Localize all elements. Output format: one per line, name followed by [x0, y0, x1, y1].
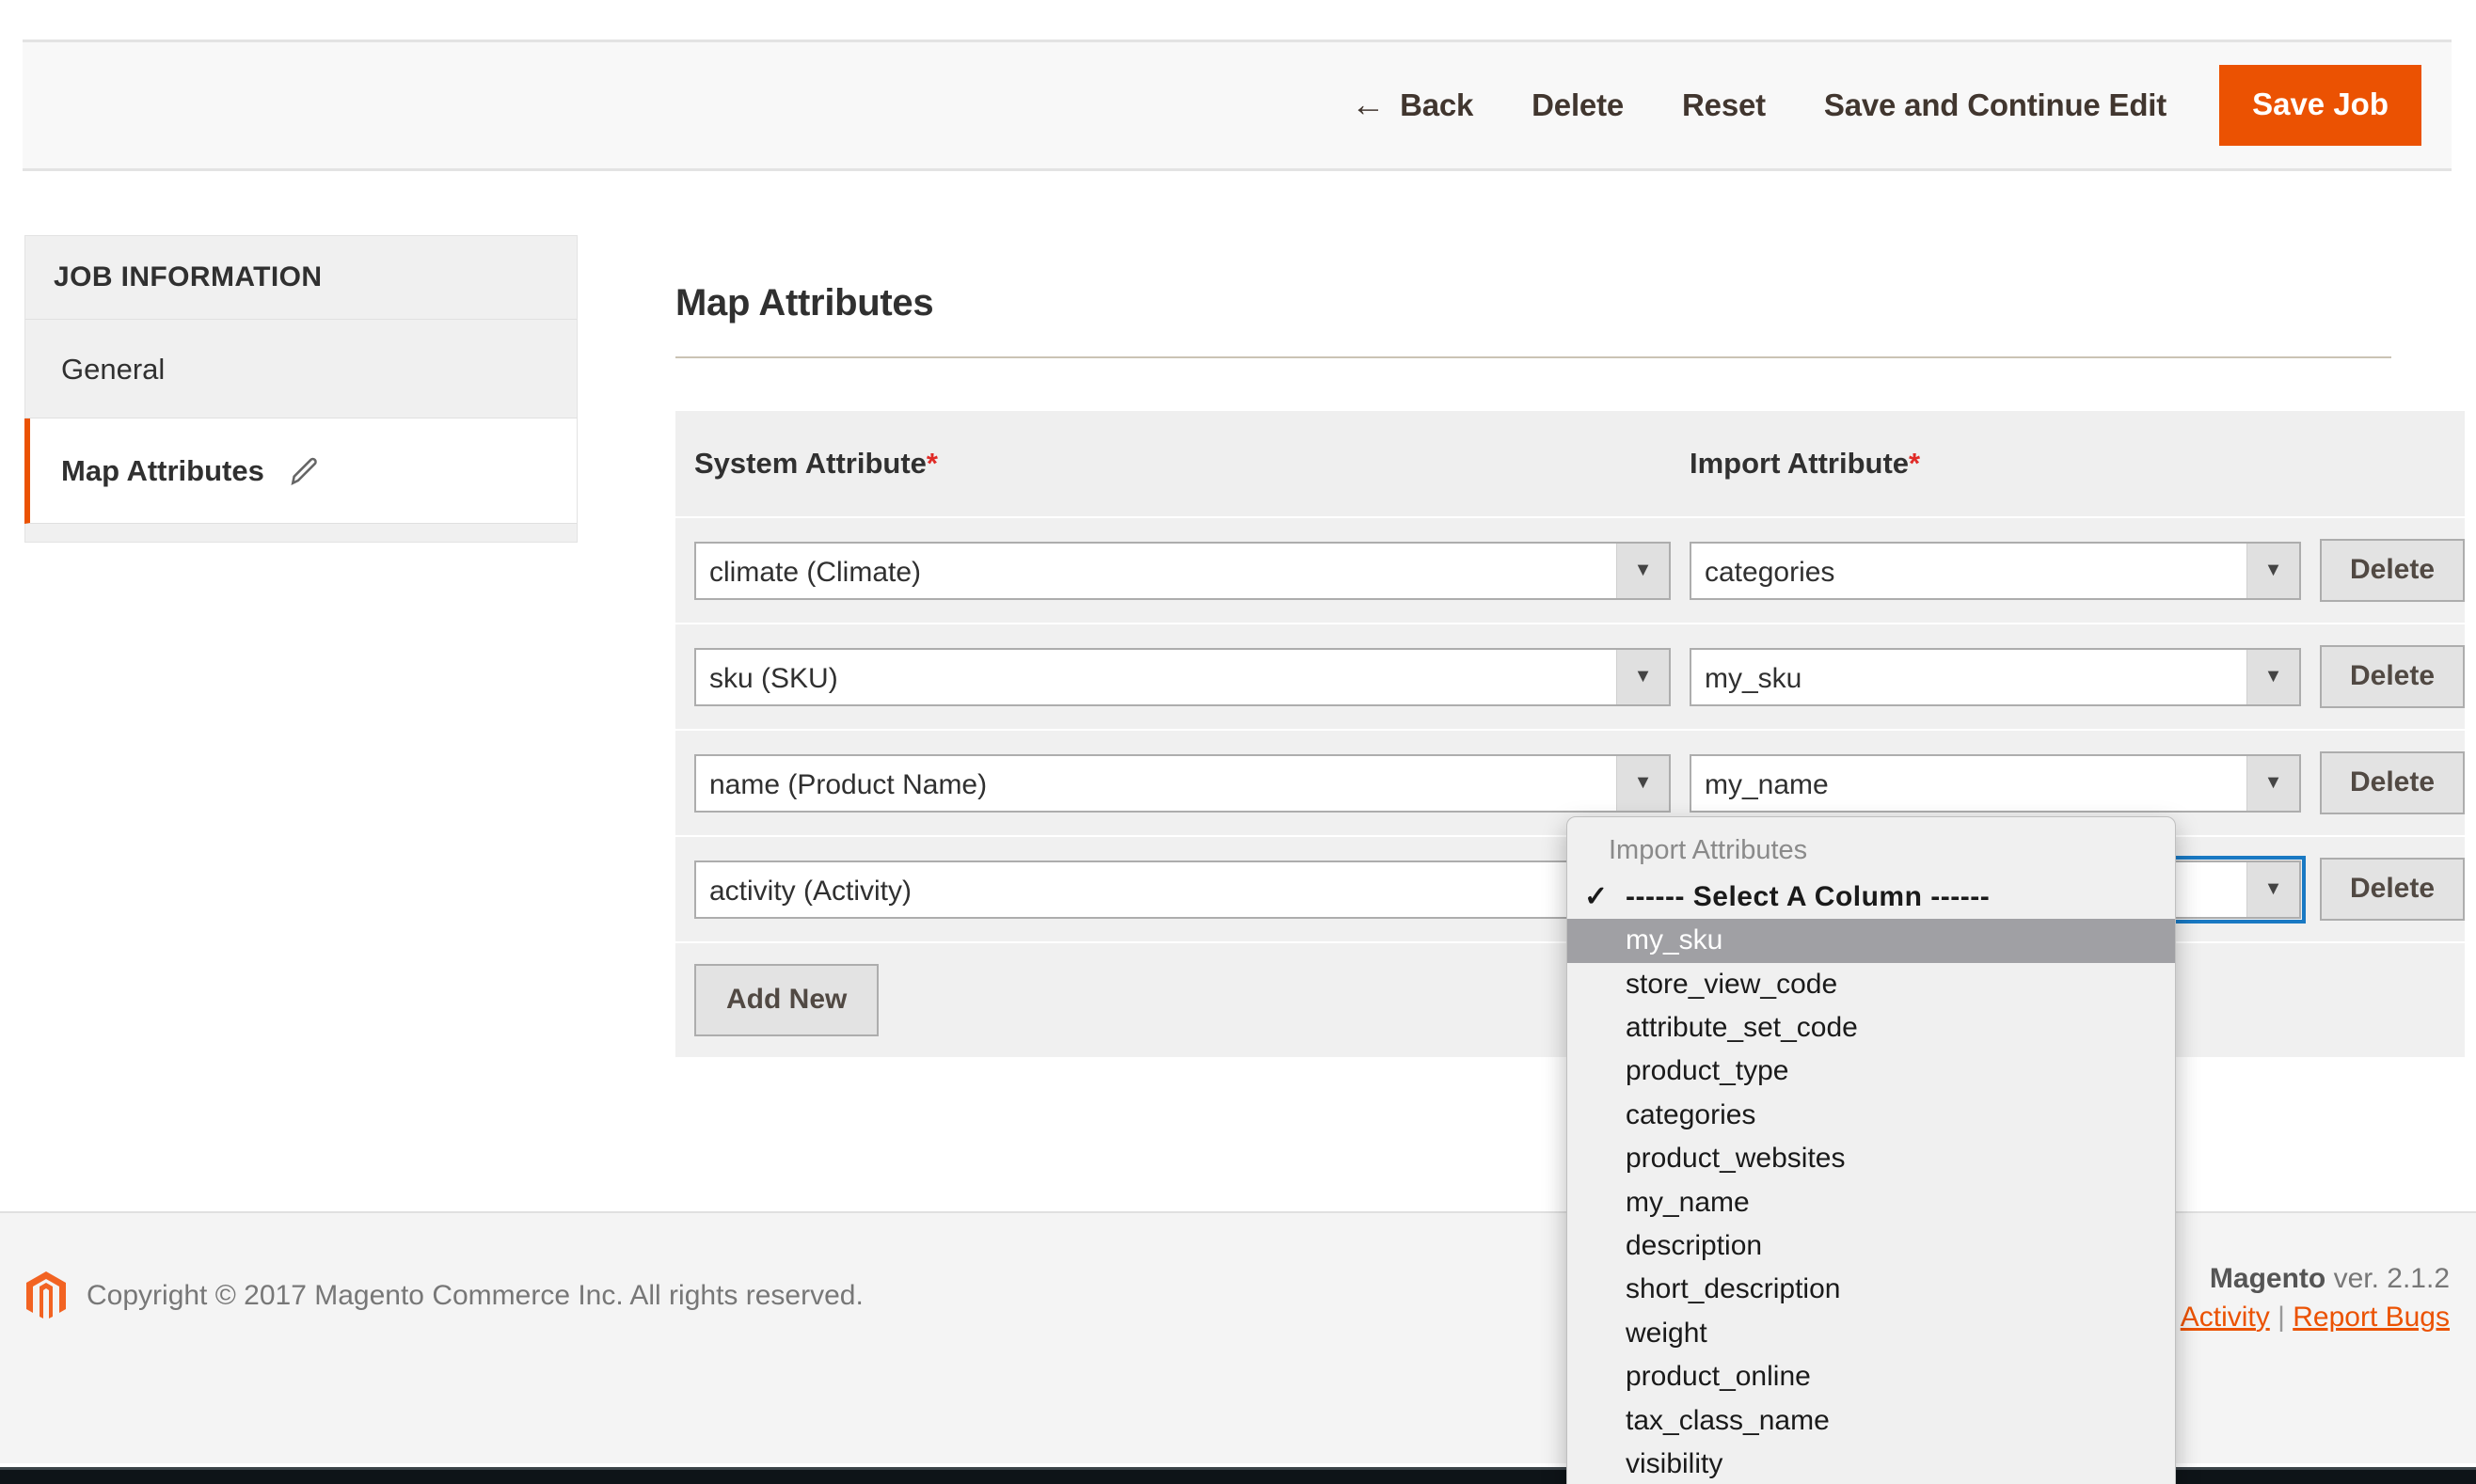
reset-button[interactable]: Reset [1682, 87, 1766, 123]
footer-meta: Magento ver. 2.1.2 Activity | Report Bug… [2181, 1260, 2450, 1336]
column-header-system-attribute-label: System Attribute [694, 447, 927, 480]
dropdown-item[interactable]: tax_class_name [1567, 1399, 2175, 1443]
cell-import-attribute: categories ▼ [1671, 517, 2301, 624]
cell-actions: Delete [2301, 730, 2466, 837]
job-information-sidebar: JOB INFORMATION General Map Attributes [24, 235, 578, 543]
footer-version-number: ver. 2.1.2 [2325, 1263, 2450, 1294]
delete-row-button-0[interactable]: Delete [2320, 539, 2466, 602]
chevron-down-icon: ▼ [2246, 861, 2299, 917]
footer-copyright: Copyright © 2017 Magento Commerce Inc. A… [26, 1271, 864, 1320]
dropdown-item[interactable]: product_type [1567, 1050, 2175, 1093]
import-attribute-select-0[interactable]: categories ▼ [1690, 541, 2301, 600]
dropdown-item[interactable]: product_websites [1567, 1137, 2175, 1180]
magento-logo-icon [26, 1271, 66, 1320]
sidebar-item-map-attributes-label: Map Attributes [61, 454, 264, 487]
footer-copyright-text: Copyright © 2017 Magento Commerce Inc. A… [87, 1280, 864, 1311]
sidebar-item-general-label: General [61, 352, 166, 386]
required-marker: * [926, 447, 938, 480]
footer-links-separator: | [2278, 1301, 2285, 1333]
sidebar-bottom-edge [24, 524, 578, 543]
page-actions-toolbar: ← Back Delete Reset Save and Continue Ed… [23, 39, 2452, 171]
chevron-down-icon: ▼ [2246, 649, 2299, 704]
system-attribute-select-2-value: name (Product Name) [709, 768, 988, 800]
import-attribute-select-2-value: my_name [1705, 768, 1829, 800]
activity-link[interactable]: Activity [2181, 1302, 2270, 1333]
cell-import-attribute: my_sku ▼ [1671, 624, 2301, 731]
sidebar-item-general[interactable]: General [24, 320, 578, 418]
system-attribute-select-3-value: activity (Activity) [709, 875, 913, 907]
cell-system-attribute: sku (SKU) ▼ [675, 624, 1671, 731]
system-attribute-select-0[interactable]: climate (Climate) ▼ [694, 541, 1671, 600]
delete-row-button-1[interactable]: Delete [2320, 645, 2466, 708]
footer-version: Magento ver. 2.1.2 [2181, 1260, 2450, 1299]
cell-actions: Delete [2301, 517, 2466, 624]
table-head: System Attribute* Import Attribute* [675, 411, 2466, 518]
report-bugs-link[interactable]: Report Bugs [2293, 1302, 2450, 1333]
import-attribute-select-1[interactable]: my_sku ▼ [1690, 647, 2301, 706]
table-row: climate (Climate) ▼ categories ▼ Delete [675, 517, 2466, 624]
footer-version-brand: Magento [2209, 1263, 2326, 1294]
sidebar-item-map-attributes[interactable]: Map Attributes [24, 418, 578, 524]
cell-system-attribute: activity (Activity) ▼ [675, 836, 1671, 943]
import-attribute-select-0-value: categories [1705, 556, 1835, 588]
import-attribute-select-1-value: my_sku [1705, 662, 1802, 694]
column-header-import-attribute: Import Attribute* [1671, 411, 2301, 518]
add-new-button[interactable]: Add New [694, 964, 880, 1036]
dropdown-item[interactable]: weight [1567, 1312, 2175, 1355]
cell-system-attribute: name (Product Name) ▼ [675, 730, 1671, 837]
dropdown-item[interactable]: attribute_set_code [1567, 1006, 2175, 1050]
dropdown-item[interactable]: visibility [1567, 1443, 2175, 1484]
dropdown-item[interactable]: description [1567, 1224, 2175, 1268]
admin-page: ← Back Delete Reset Save and Continue Ed… [0, 0, 2476, 1484]
delete-row-button-2[interactable]: Delete [2320, 751, 2466, 814]
table-row: sku (SKU) ▼ my_sku ▼ Delete [675, 624, 2466, 731]
back-button-label: Back [1400, 87, 1474, 122]
chevron-down-icon: ▼ [2246, 755, 2299, 811]
system-attribute-select-2[interactable]: name (Product Name) ▼ [694, 753, 1671, 813]
column-header-system-attribute: System Attribute* [675, 411, 1671, 518]
cell-system-attribute: climate (Climate) ▼ [675, 517, 1671, 624]
page-title: Map Attributes [675, 282, 2391, 358]
dropdown-item[interactable]: store_view_code [1567, 963, 2175, 1006]
system-attribute-select-1-value: sku (SKU) [709, 662, 838, 694]
sidebar-title: JOB INFORMATION [24, 235, 578, 320]
system-attribute-select-0-value: climate (Climate) [709, 556, 922, 588]
required-marker: * [1909, 447, 1921, 480]
column-header-import-attribute-label: Import Attribute [1690, 447, 1910, 480]
chevron-down-icon: ▼ [2246, 543, 2299, 598]
dropdown-item[interactable]: categories [1567, 1094, 2175, 1137]
dropdown-item[interactable]: product_online [1567, 1355, 2175, 1398]
dropdown-item[interactable]: ------ Select A Column ------ [1567, 876, 2175, 919]
column-header-actions [2301, 411, 2466, 518]
dropdown-item[interactable]: short_description [1567, 1268, 2175, 1311]
save-and-continue-edit-button[interactable]: Save and Continue Edit [1824, 87, 2166, 123]
cell-actions: Delete [2301, 836, 2466, 943]
dropdown-item[interactable]: my_sku [1567, 919, 2175, 963]
footer-links: Activity | Report Bugs [2181, 1299, 2450, 1337]
table-header-row: System Attribute* Import Attribute* [675, 411, 2466, 518]
chevron-down-icon: ▼ [1616, 649, 1669, 704]
chevron-down-icon: ▼ [1616, 755, 1669, 811]
arrow-left-icon: ← [1351, 85, 1386, 123]
dropdown-item[interactable]: my_name [1567, 1181, 2175, 1224]
dropdown-header-label: Import Attributes [1609, 835, 1808, 865]
delete-row-button-3[interactable]: Delete [2320, 858, 2466, 921]
chevron-down-icon: ▼ [1616, 543, 1669, 598]
save-job-button[interactable]: Save Job [2219, 65, 2421, 146]
import-attributes-dropdown[interactable]: Import Attributes ------ Select A Column… [1566, 816, 2176, 1484]
import-attribute-select-2[interactable]: my_name ▼ [1690, 753, 2301, 813]
cell-actions: Delete [2301, 624, 2466, 731]
pencil-icon [289, 455, 321, 487]
back-button[interactable]: ← Back [1351, 87, 1473, 123]
system-attribute-select-1[interactable]: sku (SKU) ▼ [694, 647, 1671, 706]
system-attribute-select-3[interactable]: activity (Activity) ▼ [694, 860, 1671, 919]
delete-button[interactable]: Delete [1532, 87, 1624, 123]
dropdown-item-list: ------ Select A Column ------my_skustore… [1567, 876, 2175, 1484]
